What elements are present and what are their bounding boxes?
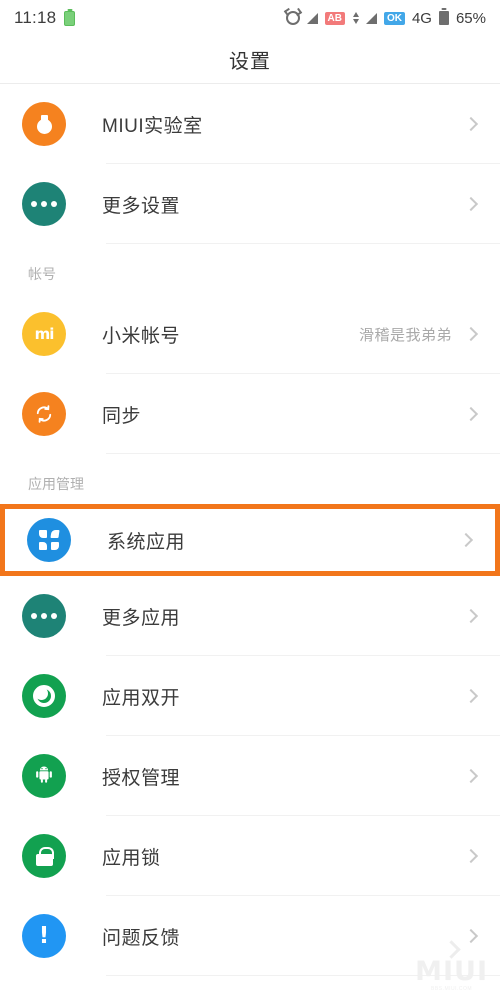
list-item-10[interactable]: 应用锁: [0, 816, 500, 896]
chevron-right-icon: [463, 116, 479, 132]
row-separator: [106, 453, 500, 454]
lock-glyph: [35, 846, 54, 866]
android-robot-glyph: [33, 763, 55, 790]
battery-green-icon: [64, 10, 76, 26]
battery-percent: 65%: [455, 9, 486, 27]
signal-icon: [306, 12, 318, 24]
settings-screen: 11:18 AB OK 4G 65% 设置 MIUI实验室 更多设置帐号 mi 小米帐…: [0, 0, 500, 1000]
mi-logo-glyph: mi: [34, 325, 55, 343]
alarm-icon: [285, 11, 300, 25]
list-item-3[interactable]: mi 小米帐号 滑稽是我弟弟: [0, 294, 500, 374]
list-item-label: 更多设置: [102, 195, 181, 217]
list-item-label: 更多应用: [102, 607, 181, 629]
list-item-label: 小米帐号: [102, 325, 181, 347]
chevron-right-icon: [463, 326, 479, 342]
sync-glyph: [34, 404, 54, 424]
exclamation-glyph: !: [38, 922, 50, 949]
title-bar: 设置: [0, 36, 500, 84]
list-item-label: 同步: [102, 405, 142, 427]
status-bar: 11:18 AB OK 4G 65%: [0, 0, 500, 36]
row-separator: [106, 243, 500, 244]
dots-icon: [22, 182, 66, 226]
mi-logo-icon: mi: [22, 312, 66, 356]
page-title: 设置: [229, 51, 271, 73]
status-bar-left: 11:18: [14, 8, 76, 28]
flask-glyph: [36, 114, 53, 134]
dots-icon: [22, 594, 66, 638]
chevron-right-icon: [458, 532, 474, 548]
list-item-label: 系统应用: [107, 531, 186, 553]
ok-badge: OK: [383, 11, 405, 25]
data-updown-icon: [352, 11, 359, 25]
watermark-sub: BBS.MIUI.COM: [431, 986, 473, 992]
list-item-9[interactable]: 授权管理: [0, 736, 500, 816]
list-item-label: 授权管理: [102, 767, 181, 789]
chevron-right-icon: [463, 928, 479, 944]
chevron-right-icon: [463, 196, 479, 212]
row-separator: [106, 975, 500, 976]
dots-glyph: [31, 613, 57, 619]
dual-app-icon: [22, 674, 66, 718]
list-item-0[interactable]: MIUI实验室: [0, 84, 500, 164]
list-item-value: 滑稽是我弟弟: [358, 326, 452, 344]
list-item-6[interactable]: 系统应用: [5, 509, 495, 571]
list-item-label: 应用锁: [102, 847, 161, 869]
battery-icon: [438, 11, 449, 25]
sync-icon: [22, 392, 66, 436]
chevron-right-icon: [463, 608, 479, 624]
list-item-11[interactable]: ! 问题反馈: [0, 896, 500, 976]
chevron-right-icon: [463, 768, 479, 784]
status-time: 11:18: [14, 8, 57, 27]
dots-glyph: [31, 201, 57, 207]
list-item-8[interactable]: 应用双开: [0, 656, 500, 736]
android-robot-icon: [22, 754, 66, 798]
list-item-7[interactable]: 更多应用: [0, 576, 500, 656]
section-header: 帐号: [28, 266, 56, 282]
list-item-4[interactable]: 同步: [0, 374, 500, 454]
settings-list: MIUI实验室 更多设置帐号 mi 小米帐号 滑稽是我弟弟同步应用管理系统应用更多应用应…: [0, 84, 500, 976]
section-header: 应用管理: [28, 476, 84, 492]
dual-app-glyph: [33, 685, 55, 707]
network-label: 4G: [411, 9, 432, 27]
exclamation-icon: !: [22, 914, 66, 958]
chevron-right-icon: [463, 688, 479, 704]
grid-apps-glyph: [39, 530, 60, 550]
grid-apps-icon: [27, 518, 71, 562]
list-item-label: 问题反馈: [102, 927, 181, 949]
signal-icon-2: [365, 12, 377, 24]
ab-badge: AB: [324, 11, 345, 25]
flask-icon: [22, 102, 66, 146]
status-bar-right: AB OK 4G 65%: [285, 9, 486, 27]
chevron-right-icon: [463, 406, 479, 422]
list-item-1[interactable]: 更多设置: [0, 164, 500, 244]
list-item-label: MIUI实验室: [102, 115, 203, 137]
lock-icon: [22, 834, 66, 878]
list-item-label: 应用双开: [102, 687, 181, 709]
chevron-right-icon: [463, 848, 479, 864]
highlight-box: 系统应用: [0, 504, 500, 576]
